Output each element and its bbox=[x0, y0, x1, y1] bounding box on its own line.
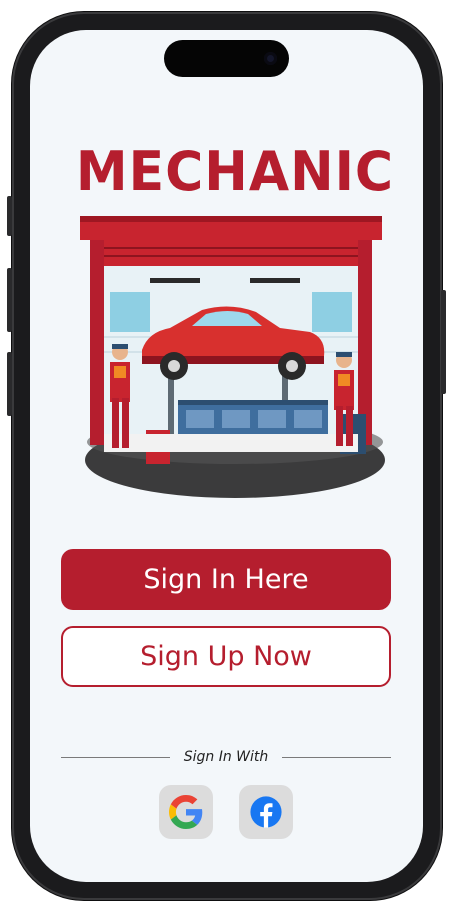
dynamic-island bbox=[164, 40, 289, 77]
power-button bbox=[441, 290, 446, 394]
google-icon bbox=[169, 795, 203, 829]
social-divider-label: Sign In With bbox=[183, 749, 269, 765]
facebook-sign-in-button[interactable] bbox=[239, 785, 293, 839]
divider-line-left bbox=[61, 756, 170, 758]
volume-up-button bbox=[7, 268, 12, 332]
garage-illustration bbox=[80, 216, 385, 498]
front-camera bbox=[264, 52, 277, 65]
sign-in-button[interactable]: Sign In Here bbox=[61, 549, 391, 610]
app-screen: MECHANIC Sign In Here Sign Up Now Sign I… bbox=[30, 30, 423, 882]
social-divider: Sign In With bbox=[61, 746, 392, 768]
hero-illustration: MECHANIC bbox=[70, 141, 400, 512]
sign-up-button[interactable]: Sign Up Now bbox=[61, 626, 391, 687]
action-button bbox=[7, 196, 12, 236]
google-sign-in-button[interactable] bbox=[159, 785, 213, 839]
volume-down-button bbox=[7, 352, 12, 416]
divider-line-right bbox=[282, 756, 392, 758]
facebook-icon bbox=[250, 796, 282, 828]
